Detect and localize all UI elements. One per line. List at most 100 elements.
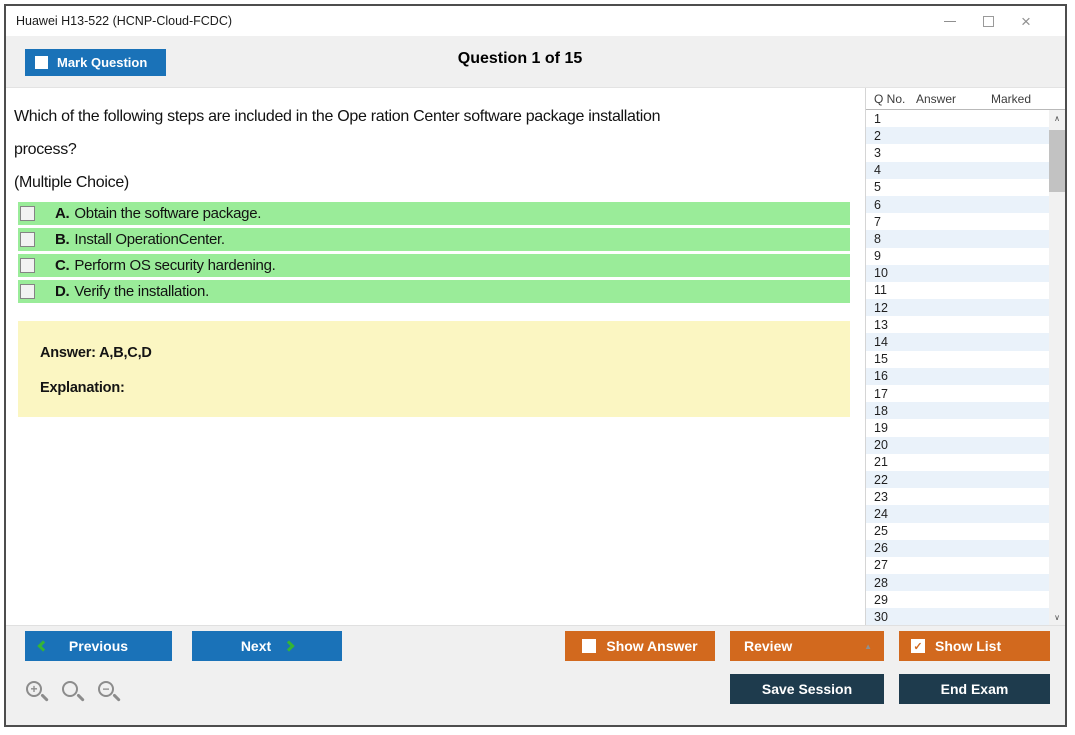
close-button[interactable]: × [1007,8,1045,34]
maximize-button[interactable] [969,8,1007,34]
question-number: 29 [874,592,888,607]
option-d-checkbox[interactable] [20,284,35,299]
question-number: 8 [874,231,881,246]
question-list-row[interactable]: 1 [866,110,1049,128]
question-list-scrollbar[interactable]: ∧ ∨ [1049,110,1065,625]
question-list-row[interactable]: 5 [866,178,1049,196]
question-list-row[interactable]: 18 [866,402,1049,420]
question-list-row[interactable]: 22 [866,470,1049,489]
question-number: 26 [874,541,888,556]
question-number: 4 [874,163,881,178]
question-number: 3 [874,145,881,160]
question-list-row[interactable]: 14 [866,333,1049,351]
question-list-row[interactable]: 28 [866,574,1049,592]
show-list-checkbox[interactable]: ✓ [911,639,925,653]
question-list-row[interactable]: 20 [866,436,1049,454]
caret-up-icon: ▲ [864,641,872,651]
question-list-row[interactable]: 30 [866,608,1049,625]
question-panel: Which of the following steps are include… [6,88,865,625]
question-number: 18 [874,403,888,418]
chevron-left-icon [37,640,49,652]
question-number: 9 [874,249,881,264]
question-list-row[interactable]: 3 [866,144,1049,162]
question-list-row[interactable]: 17 [866,385,1049,403]
end-exam-button[interactable]: End Exam [899,674,1050,704]
save-session-button[interactable]: Save Session [730,674,884,704]
question-list-body: 1 2 3 4 5 6 7 8 9 10 11 12 13 14 15 16 1… [866,110,1065,625]
header-strip: Mark Question Question 1 of 15 [6,36,1065,88]
option-text: Perform OS security hardening. [74,257,276,274]
question-list-row[interactable]: 26 [866,539,1049,557]
column-answer: Answer [916,91,957,106]
window-title: Huawei H13-522 (HCNP-Cloud-FCDC) [16,14,233,28]
question-line: Which of the following steps are include… [14,108,661,125]
question-list-row[interactable]: 13 [866,316,1049,334]
answer-option-b[interactable]: B. Install OperationCenter. [18,228,850,251]
question-number: 17 [874,386,888,401]
option-b-checkbox[interactable] [20,232,35,247]
question-list-row[interactable]: 11 [866,281,1049,300]
scroll-down-icon[interactable]: ∨ [1049,609,1065,625]
question-list-row[interactable]: 23 [866,488,1049,506]
question-list-row[interactable]: 29 [866,591,1049,609]
question-number: 30 [874,610,888,625]
option-c-checkbox[interactable] [20,258,35,273]
minimize-icon [944,20,956,22]
chevron-right-icon [283,640,295,652]
question-list-row[interactable]: 15 [866,350,1049,368]
question-number: 27 [874,558,888,573]
show-answer-button[interactable]: Show Answer [565,631,715,661]
question-number: 16 [874,369,888,384]
zoom-out-icon[interactable]: − [97,680,124,707]
question-list-row[interactable]: 24 [866,505,1049,523]
next-label: Next [240,638,272,654]
option-text: Install OperationCenter. [74,231,225,248]
question-text: Which of the following steps are include… [6,88,865,199]
question-number: 14 [874,335,888,350]
main-area: Which of the following steps are include… [6,88,1065,625]
question-counter: Question 1 of 15 [457,50,583,67]
question-list-row[interactable]: 19 [866,419,1049,437]
previous-button[interactable]: Previous [25,631,172,661]
question-number: 7 [874,214,881,229]
question-list-row[interactable]: 7 [866,213,1049,231]
question-list-row[interactable]: 27 [866,556,1049,575]
show-answer-checkbox[interactable] [582,639,597,653]
question-number: 22 [874,472,888,487]
scrollbar-thumb[interactable] [1049,130,1065,192]
show-list-button[interactable]: ✓ Show List [899,631,1050,661]
question-list-row[interactable]: 4 [866,161,1049,179]
question-number: 24 [874,506,888,521]
minimize-button[interactable] [931,8,969,34]
question-list-row[interactable]: 25 [866,522,1049,540]
option-letter: D. [55,283,70,300]
answer-option-d[interactable]: D. Verify the installation. [18,280,850,303]
question-list-row[interactable]: 21 [866,453,1049,471]
answer-options: A. Obtain the software package. B. Insta… [18,202,865,303]
review-dropdown-button[interactable]: Review ▲ [730,631,884,661]
question-number: 11 [874,283,887,298]
zoom-in-icon[interactable]: + [25,680,52,707]
column-marked: Marked [991,91,1032,106]
question-number: 12 [874,300,888,315]
answer-label: Answer: A,B,C,D [40,345,152,361]
show-answer-label: Show Answer [606,638,698,654]
zoom-reset-icon[interactable] [61,680,88,707]
question-list-row[interactable]: 8 [866,230,1049,248]
window-controls: × [931,8,1065,34]
footer-bar: Previous Next Show Answer Review ▲ ✓ Sho… [6,625,1065,725]
next-button[interactable]: Next [192,631,342,661]
column-qno: Q No. [874,91,906,106]
answer-option-c[interactable]: C. Perform OS security hardening. [18,254,850,277]
question-list-row[interactable]: 16 [866,367,1049,385]
option-a-checkbox[interactable] [20,206,35,221]
question-list-row[interactable]: 2 [866,127,1049,145]
question-list-row[interactable]: 10 [866,264,1049,282]
scroll-up-icon[interactable]: ∧ [1049,110,1065,126]
end-exam-label: End Exam [940,681,1009,697]
question-list-row[interactable]: 12 [866,299,1049,317]
question-number: 1 [874,111,881,126]
question-list-row[interactable]: 9 [866,247,1049,265]
question-list-row[interactable]: 6 [866,195,1049,214]
answer-option-a[interactable]: A. Obtain the software package. [18,202,850,225]
